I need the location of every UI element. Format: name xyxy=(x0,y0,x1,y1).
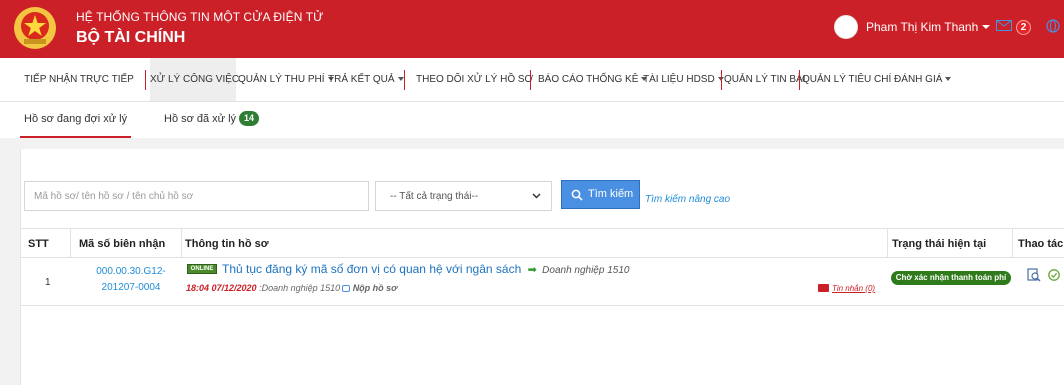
submission-meta: 18:04 07/12/2020 :Doanh nghiệp 1510 Nộp … xyxy=(186,283,397,293)
search-button[interactable]: Tìm kiếm xyxy=(561,180,640,209)
table-header: STT Mã số biên nhận Thông tin hồ sơ Trạn… xyxy=(21,228,1064,258)
tab-label: Hồ sơ đang đợi xử lý xyxy=(24,113,128,125)
mail-icon[interactable] xyxy=(996,20,1012,31)
nav-item-fee-management[interactable]: QUẢN LÝ THU PHÍ xyxy=(238,58,334,102)
nav-label: BÁO CÁO THỐNG KÊ xyxy=(538,74,639,85)
status-filter-select[interactable]: -- Tất cả trạng thái-- xyxy=(375,181,552,211)
system-name: HỆ THỐNG THÔNG TIN MỘT CỬA ĐIỆN TỬ xyxy=(76,10,324,24)
chevron-down-icon xyxy=(982,25,991,29)
tab-pending-records[interactable]: Hồ sơ đang đợi xử lý xyxy=(20,102,132,138)
count-badge: 14 xyxy=(239,111,260,126)
tab-label: Hồ sơ đã xử lý xyxy=(164,113,237,125)
nav-divider xyxy=(404,70,405,90)
table-row[interactable]: 1 000.00.30.G12- 201207-0004 ONLINE Thủ … xyxy=(21,258,1064,306)
main-nav: TIẾP NHẬN TRỰC TIẾP XỬ LÝ CÔNG VIỆC QUẢN… xyxy=(0,58,1064,102)
row-index: 1 xyxy=(45,277,51,288)
nav-label: TÀI LIỆU HDSD xyxy=(643,74,715,85)
chevron-down-icon xyxy=(532,193,541,199)
nav-item-news-management[interactable]: QUẢN LÝ TIN BÀI xyxy=(724,58,806,102)
online-badge: ONLINE xyxy=(187,264,217,274)
search-input[interactable] xyxy=(24,181,369,211)
submitter-name: :Doanh nghiệp 1510 xyxy=(259,283,341,293)
nav-label: QUẢN LÝ TIN BÀI xyxy=(724,74,806,85)
nav-item-work-processing[interactable]: XỬ LÝ CÔNG VIỆC xyxy=(150,58,240,102)
approve-icon[interactable] xyxy=(1048,269,1060,281)
nav-item-track-records[interactable]: THEO DÕI XỬ LÝ HỒ SƠ xyxy=(416,58,533,102)
nav-item-evaluation-criteria[interactable]: QUẢN LÝ TIÊU CHÍ ĐÁNH GIÁ xyxy=(802,58,952,102)
col-header-status: Trạng thái hiện tại xyxy=(892,238,987,250)
top-header: HỆ THỐNG THÔNG TIN MỘT CỬA ĐIỆN TỬ BỘ TÀ… xyxy=(0,0,1064,58)
nav-item-return-results[interactable]: TRẢ KẾT QUẢ xyxy=(328,58,404,102)
nav-label: THEO DÕI XỬ LÝ HỒ SƠ xyxy=(416,74,534,85)
nav-label: QUẢN LÝ THU PHÍ xyxy=(238,74,325,85)
nav-item-statistics-report[interactable]: BÁO CÁO THỐNG KÊ xyxy=(538,58,648,102)
user-name[interactable]: Pham Thị Kim Thanh xyxy=(866,20,978,34)
caret-down-icon xyxy=(397,77,404,81)
caret-down-icon xyxy=(945,77,952,81)
globe-icon[interactable] xyxy=(1046,19,1060,33)
notification-badge[interactable]: 2 xyxy=(1016,20,1031,35)
col-header-actions: Thao tác xyxy=(1018,238,1064,250)
receipt-code-line1: 000.00.30.G12- xyxy=(96,266,166,277)
subtabs: Hồ sơ đang đợi xử lý Hồ sơ đã xử lý 14 xyxy=(0,102,1064,138)
receipt-code-line2: 201207-0004 xyxy=(101,282,161,293)
nav-divider xyxy=(530,70,531,90)
national-emblem-icon xyxy=(14,7,56,49)
advanced-search-link[interactable]: Tìm kiếm nâng cao xyxy=(645,194,730,205)
submission-time: 18:04 07/12/2020 xyxy=(186,283,257,293)
col-header-info: Thông tin hồ sơ xyxy=(185,238,269,250)
nav-divider xyxy=(721,70,722,90)
status-badge: Chờ xác nhận thanh toán phí xyxy=(891,271,1011,285)
ministry-name: BỘ TÀI CHÍNH xyxy=(76,29,186,46)
nav-divider xyxy=(799,70,800,90)
view-details-icon[interactable] xyxy=(1027,268,1041,282)
nav-label: XỬ LÝ CÔNG VIỆC xyxy=(150,74,240,85)
messages-link[interactable]: Tin nhắn (0) xyxy=(818,284,875,293)
link-icon xyxy=(342,285,351,292)
col-header-code: Mã số biên nhận xyxy=(79,238,166,250)
procedure-org: Doanh nghiệp 1510 xyxy=(542,265,630,276)
procedure-title[interactable]: Thủ tục đăng ký mã số đơn vị có quan hệ … xyxy=(222,262,629,276)
nav-item-user-guide[interactable]: TÀI LIỆU HDSD xyxy=(643,58,724,102)
message-icon xyxy=(818,284,829,292)
search-icon xyxy=(571,189,583,201)
nav-divider xyxy=(145,70,146,90)
avatar[interactable] xyxy=(834,15,858,39)
nav-label: QUẢN LÝ TIÊU CHÍ ĐÁNH GIÁ xyxy=(802,74,943,85)
nav-label: TRẢ KẾT QUẢ xyxy=(328,74,395,85)
arrow-right-icon: ➡ xyxy=(527,264,537,276)
status-filter-value: -- Tất cả trạng thái-- xyxy=(390,191,479,202)
nav-item-direct-reception[interactable]: TIẾP NHẬN TRỰC TIẾP xyxy=(14,58,144,102)
submit-label: Nộp hồ sơ xyxy=(352,283,398,293)
nav-label: TIẾP NHẬN TRỰC TIẾP xyxy=(24,74,134,85)
col-header-stt: STT xyxy=(28,238,49,250)
receipt-code-link[interactable]: 000.00.30.G12- 201207-0004 xyxy=(81,264,181,296)
procedure-title-text: Thủ tục đăng ký mã số đơn vị có quan hệ … xyxy=(222,262,522,276)
search-button-label: Tìm kiếm xyxy=(588,188,634,200)
messages-link-text: Tin nhắn (0) xyxy=(832,284,876,293)
tab-processed-records[interactable]: Hồ sơ đã xử lý 14 xyxy=(164,102,260,138)
user-menu[interactable]: Pham Thị Kim Thanh xyxy=(834,14,991,40)
